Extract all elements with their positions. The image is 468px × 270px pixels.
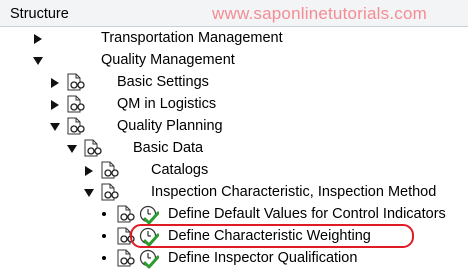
document-glasses-icon	[67, 117, 85, 135]
tree-node-quality-planning[interactable]: Quality Planning	[0, 116, 468, 138]
tree-node-label: Quality Management	[101, 52, 235, 68]
expand-arrow-icon[interactable]	[50, 100, 60, 110]
document-glasses-icon	[67, 73, 85, 91]
tree-node-inspection-characteristic[interactable]: Inspection Characteristic, Inspection Me…	[0, 182, 468, 204]
tree-bullet	[102, 256, 106, 260]
tree-node-transportation-management[interactable]: Transportation Management	[0, 28, 468, 50]
structure-title: Structure	[10, 6, 69, 22]
tree-node-define-default-values[interactable]: Define Default Values for Control Indica…	[0, 204, 468, 226]
tree-node-define-inspector-qualification[interactable]: Define Inspector Qualification	[0, 248, 468, 270]
document-glasses-icon	[84, 139, 102, 157]
tree-node-label: Quality Planning	[117, 118, 223, 134]
tree-node-label: Define Inspector Qualification	[168, 250, 358, 266]
document-glasses-icon	[117, 205, 135, 223]
tree-node-label: QM in Logistics	[117, 96, 217, 112]
document-glasses-icon	[101, 161, 119, 179]
tree-node-label: Basic Settings	[117, 74, 209, 90]
tree-node-basic-data[interactable]: Basic Data	[0, 138, 468, 160]
tree-node-label: Basic Data	[133, 140, 204, 156]
expand-arrow-icon[interactable]	[84, 166, 94, 176]
tree-node-quality-management[interactable]: Quality Management	[0, 50, 468, 72]
clock-check-icon[interactable]	[139, 249, 159, 269]
tree-bullet	[102, 234, 106, 238]
tree-node-label: Catalogs	[151, 162, 209, 178]
document-glasses-icon	[67, 95, 85, 113]
watermark-text: www.saponlinetutorials.com	[212, 4, 427, 23]
collapse-arrow-icon[interactable]	[33, 56, 43, 66]
tree-node-qm-in-logistics[interactable]: QM in Logistics	[0, 94, 468, 116]
highlight-annotation	[130, 224, 414, 248]
document-glasses-icon	[101, 183, 119, 201]
tree-node-label: Inspection Characteristic, Inspection Me…	[151, 184, 437, 200]
collapse-arrow-icon[interactable]	[50, 122, 60, 132]
collapse-arrow-icon[interactable]	[67, 144, 77, 154]
tree-node-label: Transportation Management	[101, 30, 283, 46]
clock-check-icon[interactable]	[139, 205, 159, 225]
tree-node-label: Define Default Values for Control Indica…	[168, 206, 446, 222]
tree-node-catalogs[interactable]: Catalogs	[0, 160, 468, 182]
expand-arrow-icon[interactable]	[33, 34, 43, 44]
structure-header: Structure www.saponlinetutorials.com	[0, 0, 468, 27]
document-glasses-icon	[117, 249, 135, 267]
tree-node-basic-settings[interactable]: Basic Settings	[0, 72, 468, 94]
tree-bullet	[102, 212, 106, 216]
expand-arrow-icon[interactable]	[50, 78, 60, 88]
collapse-arrow-icon[interactable]	[84, 188, 94, 198]
